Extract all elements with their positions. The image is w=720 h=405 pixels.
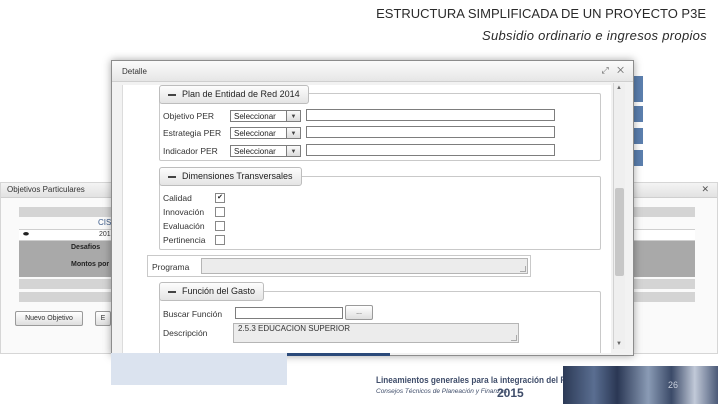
objetivo-per-field[interactable] — [306, 109, 555, 121]
new-objective-button[interactable]: Nuevo Objetivo — [15, 311, 83, 326]
footer-banner-title: Lineamientos generales para la integraci… — [376, 375, 575, 386]
dialog-content: Plan de Entidad de Red 2014 Objetivo PER… — [122, 85, 611, 353]
accent-strip — [633, 76, 643, 102]
dimensiones-legend[interactable]: Dimensiones Transversales — [159, 167, 302, 186]
scroll-down-icon[interactable]: ▼ — [616, 341, 622, 347]
evaluacion-checkbox[interactable] — [215, 221, 225, 231]
expand-icon[interactable]: ⬬ — [23, 231, 29, 239]
row-detail-panel — [633, 241, 695, 277]
accent-strip — [633, 106, 643, 122]
pertinencia-checkbox[interactable] — [215, 235, 225, 245]
row-detail-panel: Desafios Montos por — [19, 241, 111, 277]
collapse-icon[interactable] — [168, 175, 176, 178]
innovacion-label: Innovación — [163, 207, 205, 217]
pertinencia-label: Pertinencia — [163, 235, 206, 245]
grid-footer — [633, 279, 695, 289]
dialog-titlebar[interactable]: Detalle ⤢ ✕ — [112, 61, 633, 82]
grid-header — [19, 207, 111, 217]
estrategia-per-field[interactable] — [306, 126, 555, 138]
funcion-legend-label: Función del Gasto — [182, 286, 256, 296]
chevron-down-icon[interactable]: ▼ — [286, 110, 301, 122]
innovacion-checkbox[interactable] — [215, 207, 225, 217]
grid-pager — [19, 292, 111, 302]
evaluacion-label: Evaluación — [163, 221, 205, 231]
row-value: 201 — [99, 231, 111, 238]
estrategia-per-label: Estrategia PER — [163, 128, 222, 138]
table-row[interactable] — [633, 229, 695, 241]
indicador-per-select[interactable]: Seleccionar — [230, 145, 287, 157]
objetivo-per-select[interactable]: Seleccionar — [230, 110, 287, 122]
close-icon[interactable]: ✕ — [701, 184, 709, 195]
dialog-title: Detalle — [122, 67, 147, 76]
calidad-checkbox[interactable]: ✔ — [215, 193, 225, 203]
window-title: Objetivos Particulares — [7, 185, 85, 194]
programa-label: Programa — [152, 262, 190, 272]
scroll-up-icon[interactable]: ▲ — [616, 85, 622, 91]
descripcion-field[interactable]: 2.5.3 EDUCACION SUPERIOR — [233, 323, 519, 343]
descripcion-label: Descripción — [163, 328, 208, 338]
plan-legend[interactable]: Plan de Entidad de Red 2014 — [159, 85, 309, 104]
detail-item: Montos por — [71, 261, 110, 268]
indicador-per-label: Indicador PER — [163, 146, 218, 156]
dimensiones-legend-label: Dimensiones Transversales — [182, 171, 293, 181]
page-number: 26 — [667, 380, 678, 390]
detail-item: Desafios — [71, 244, 101, 251]
dialog-scrollbar[interactable]: ▲ ▼ — [613, 83, 625, 349]
grid-footer — [19, 279, 111, 289]
chevron-down-icon[interactable]: ▼ — [286, 127, 301, 139]
grid-column-label: CIS — [98, 218, 112, 227]
footer-banner-year: 2015 — [497, 386, 524, 400]
slide-subtitle: Subsidio ordinario e ingresos propios — [481, 28, 707, 43]
collapse-icon[interactable] — [168, 93, 176, 96]
footer-block — [111, 353, 287, 385]
dialog-window-controls[interactable]: ⤢ ✕ — [601, 65, 627, 76]
plan-legend-label: Plan de Entidad de Red 2014 — [182, 89, 300, 99]
dimensiones-fieldset — [159, 176, 601, 250]
accent-strip — [633, 128, 643, 144]
slide-title: ESTRUCTURA SIMPLIFICADA DE UN PROYECTO P… — [376, 6, 706, 21]
funcion-legend[interactable]: Función del Gasto — [159, 282, 265, 301]
footer-photo: 26 — [563, 366, 718, 404]
grid-header-right — [633, 207, 695, 217]
collapse-icon[interactable] — [168, 290, 176, 293]
objetivo-per-label: Objetivo PER — [163, 111, 215, 121]
grid-pager — [633, 292, 695, 302]
programa-field[interactable] — [201, 258, 528, 274]
indicador-per-field[interactable] — [306, 144, 555, 156]
buscar-funcion-label: Buscar Función — [163, 309, 223, 319]
footer-banner-subtitle: Consejos Técnicos de Planeación y Finanz… — [376, 388, 508, 395]
calidad-label: Calidad — [163, 193, 192, 203]
detalle-dialog: Detalle ⤢ ✕ Plan de Entidad de Red 2014 … — [111, 60, 634, 356]
table-row[interactable]: ⬬ 201 — [19, 229, 111, 241]
estrategia-per-select[interactable]: Seleccionar — [230, 127, 287, 139]
footer-rule — [287, 353, 390, 356]
buscar-funcion-field[interactable] — [235, 307, 343, 319]
edit-button[interactable]: E — [95, 311, 111, 326]
accent-strip — [633, 150, 643, 166]
search-button[interactable]: ... — [345, 305, 373, 320]
scroll-thumb[interactable] — [615, 188, 624, 276]
chevron-down-icon[interactable]: ▼ — [286, 145, 301, 157]
